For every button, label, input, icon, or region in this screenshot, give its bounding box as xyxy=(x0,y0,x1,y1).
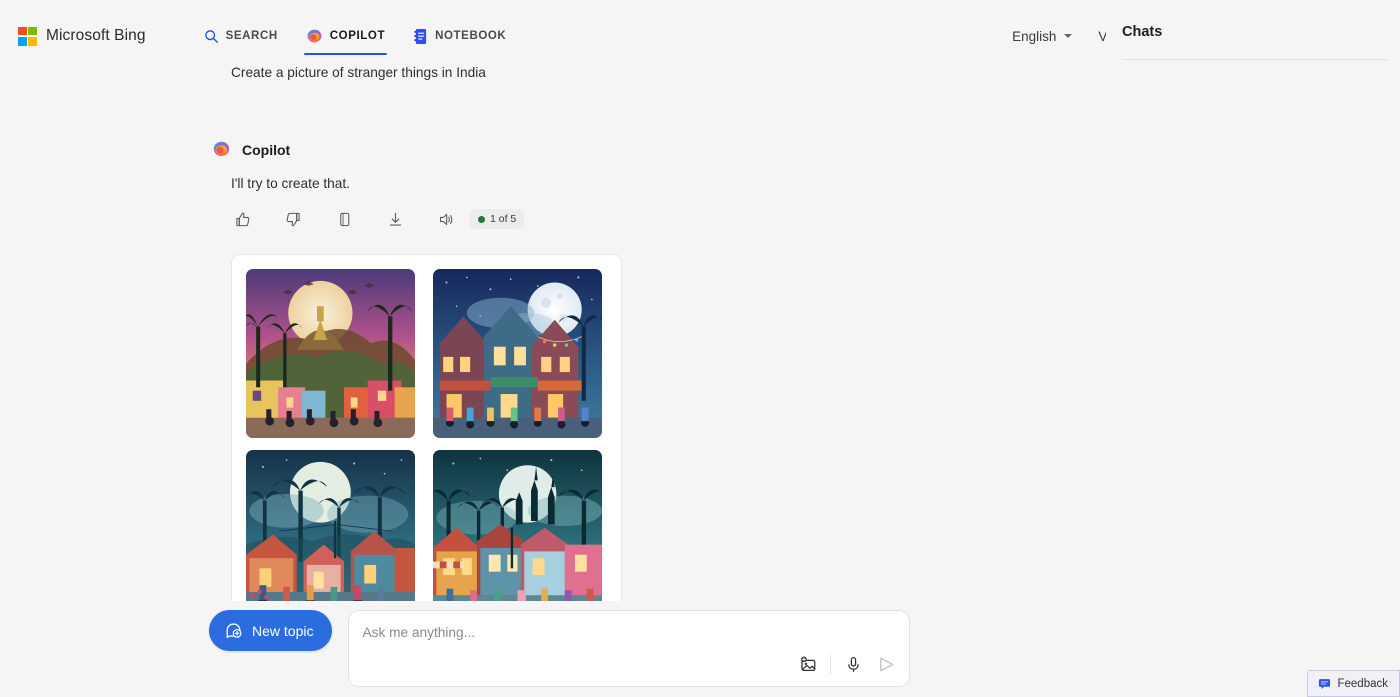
notebook-icon xyxy=(414,28,427,44)
chevron-down-icon xyxy=(1064,34,1073,38)
generated-images-card xyxy=(231,254,622,601)
language-selector[interactable]: English xyxy=(999,16,1085,56)
microphone-icon[interactable] xyxy=(842,653,864,675)
copilot-icon xyxy=(307,29,322,42)
chat-input-container[interactable] xyxy=(348,610,911,687)
message-actions-toolbar: 1 of 5 xyxy=(229,206,1106,232)
bot-header: Copilot xyxy=(213,140,1106,159)
composer-bar: New topic xyxy=(0,601,1106,697)
generated-image-1[interactable] xyxy=(246,269,415,438)
copy-icon[interactable] xyxy=(331,206,357,232)
thumbs-down-icon[interactable] xyxy=(280,206,306,232)
nav-label-notebook: NOTEBOOK xyxy=(435,30,507,42)
bing-copilot-page: Microsoft Bing SEARCH COPILOT NOTEBOOK E… xyxy=(0,0,1400,697)
chats-panel-divider xyxy=(1122,59,1388,60)
nav-item-search[interactable]: SEARCH xyxy=(190,13,292,59)
thumbs-up-icon[interactable] xyxy=(229,206,255,232)
brand-name: Microsoft Bing xyxy=(46,27,146,44)
bot-name: Copilot xyxy=(242,141,291,158)
conversation-scroll-area[interactable]: Create a picture of stranger things in I… xyxy=(0,56,1106,601)
active-tab-underline xyxy=(303,52,388,55)
input-tools xyxy=(797,653,897,675)
new-topic-label: New topic xyxy=(252,622,314,639)
chat-input[interactable] xyxy=(362,625,783,640)
search-icon xyxy=(204,29,218,43)
new-topic-icon xyxy=(226,623,242,639)
add-image-icon[interactable] xyxy=(797,653,819,675)
image-count-badge[interactable]: 1 of 5 xyxy=(470,209,525,229)
status-dot-icon xyxy=(478,215,485,223)
nav-label-copilot: COPILOT xyxy=(329,30,386,42)
feedback-label: Feedback xyxy=(1337,677,1388,690)
send-icon[interactable] xyxy=(875,653,897,675)
chats-panel-title: Chats xyxy=(1122,24,1163,40)
language-label: English xyxy=(1012,28,1057,44)
copilot-avatar-icon xyxy=(213,141,230,157)
generated-image-3[interactable] xyxy=(246,450,415,601)
tools-divider xyxy=(830,654,832,674)
speaker-icon[interactable] xyxy=(433,206,459,232)
feedback-chat-icon xyxy=(1319,679,1331,690)
bot-message: I'll try to create that. xyxy=(231,176,351,191)
download-icon[interactable] xyxy=(382,206,408,232)
nav-item-notebook[interactable]: NOTEBOOK xyxy=(399,13,520,59)
nav-item-copilot[interactable]: COPILOT xyxy=(292,13,399,59)
brand-logo[interactable]: Microsoft Bing xyxy=(18,26,146,46)
new-topic-button[interactable]: New topic xyxy=(209,610,333,651)
nav-label-search: SEARCH xyxy=(225,30,278,42)
image-count-label: 1 of 5 xyxy=(490,213,517,225)
chats-panel: Chats xyxy=(1106,0,1400,697)
generated-image-4[interactable] xyxy=(432,450,602,601)
user-message: Create a picture of stranger things in I… xyxy=(231,65,486,80)
microsoft-logo-icon xyxy=(18,26,37,46)
generated-image-2[interactable] xyxy=(432,269,602,438)
feedback-button[interactable]: Feedback xyxy=(1307,670,1400,697)
